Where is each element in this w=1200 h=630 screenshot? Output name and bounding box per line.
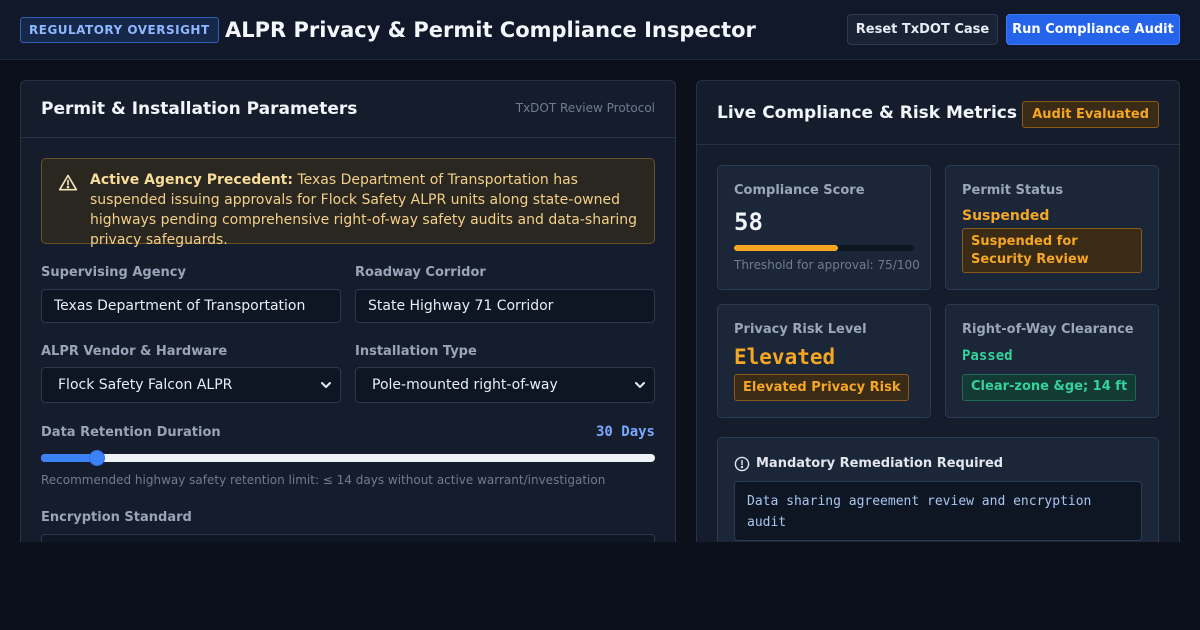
vendor-select[interactable]: Flock Safety Falcon ALPR (41, 367, 341, 403)
permit-parameters-panel: Permit & Installation Parameters TxDOT R… (20, 80, 676, 542)
clear-zone-pill: Clear-zone &ge; 14 ft (962, 374, 1137, 401)
install-type-selected-value: Pole-mounted right-of-way (372, 377, 558, 393)
main-content: Permit & Installation Parameters TxDOT R… (0, 60, 1200, 542)
install-type-label: Installation Type (355, 344, 477, 359)
panel-title: Live Compliance & Risk Metrics (717, 103, 1017, 123)
panel-header: Permit & Installation Parameters TxDOT R… (21, 81, 675, 138)
permit-status-label: Permit Status (962, 183, 1064, 198)
encryption-select[interactable] (41, 534, 655, 542)
agency-precedent-alert: Active Agency Precedent: Texas Departmen… (41, 158, 655, 248)
compliance-score-card: Compliance Score 58 Threshold for approv… (717, 165, 931, 290)
permit-status-card: Permit Status Suspended Suspended for Se… (945, 165, 1159, 290)
corridor-label: Roadway Corridor (355, 265, 486, 280)
page-title: ALPR Privacy & Permit Compliance Inspect… (225, 18, 756, 42)
reset-case-button[interactable]: Reset TxDOT Case (847, 14, 998, 45)
permit-status-value: Suspended (962, 208, 1050, 224)
retention-slider-thumb[interactable] (89, 450, 106, 466)
right-of-way-label: Right-of-Way Clearance (962, 322, 1134, 337)
alert-text: Active Agency Precedent: Texas Departmen… (90, 170, 642, 250)
agency-input[interactable] (41, 289, 341, 323)
agency-label: Supervising Agency (41, 265, 186, 280)
run-audit-button[interactable]: Run Compliance Audit (1006, 14, 1180, 45)
panel-title: Permit & Installation Parameters (41, 99, 358, 119)
privacy-risk-label: Privacy Risk Level (734, 322, 867, 337)
retention-label: Data Retention Duration (41, 425, 221, 440)
chevron-down-icon (635, 382, 645, 388)
panel-subtitle: TxDOT Review Protocol (515, 101, 655, 115)
warning-triangle-icon (58, 174, 78, 191)
retention-slider[interactable] (41, 450, 655, 466)
chevron-down-icon (321, 382, 331, 388)
privacy-risk-value: Elevated (734, 345, 836, 369)
right-of-way-value: Passed (962, 348, 1013, 364)
regulatory-badge: REGULATORY OVERSIGHT (20, 17, 219, 43)
vendor-label: ALPR Vendor & Hardware (41, 344, 228, 359)
encryption-label: Encryption Standard (41, 510, 192, 525)
compliance-score-value: 58 (734, 208, 763, 236)
top-bar: REGULATORY OVERSIGHT ALPR Privacy & Perm… (0, 0, 1200, 60)
vendor-selected-value: Flock Safety Falcon ALPR (58, 377, 233, 393)
install-type-select[interactable]: Pole-mounted right-of-way (355, 367, 655, 403)
compliance-progress-bar (734, 245, 914, 251)
corridor-input[interactable] (355, 289, 655, 323)
panel-header: Live Compliance & Risk Metrics Audit Eva… (697, 81, 1179, 145)
permit-status-pill: Suspended for Security Review (962, 228, 1142, 273)
remediation-card: Mandatory Remediation Required Data shar… (717, 437, 1159, 542)
alert-lead: Active Agency Precedent: (90, 172, 293, 188)
info-circle-icon (734, 456, 750, 472)
privacy-risk-pill: Elevated Privacy Risk (734, 374, 910, 401)
retention-value: 30 Days (595, 424, 655, 440)
audit-status-badge: Audit Evaluated (1022, 101, 1159, 128)
remediation-title: Mandatory Remediation Required (756, 456, 1004, 471)
remediation-text: Data sharing agreement review and encryp… (734, 481, 1142, 541)
compliance-progress-fill (734, 245, 839, 251)
retention-hint: Recommended highway safety retention lim… (41, 473, 606, 487)
approval-threshold: Threshold for approval: 75/100 (734, 258, 920, 272)
compliance-metrics-panel: Live Compliance & Risk Metrics Audit Eva… (696, 80, 1180, 542)
right-of-way-card: Right-of-Way Clearance Passed Clear-zone… (945, 304, 1159, 418)
compliance-score-label: Compliance Score (734, 183, 865, 198)
privacy-risk-card: Privacy Risk Level Elevated Elevated Pri… (717, 304, 931, 418)
